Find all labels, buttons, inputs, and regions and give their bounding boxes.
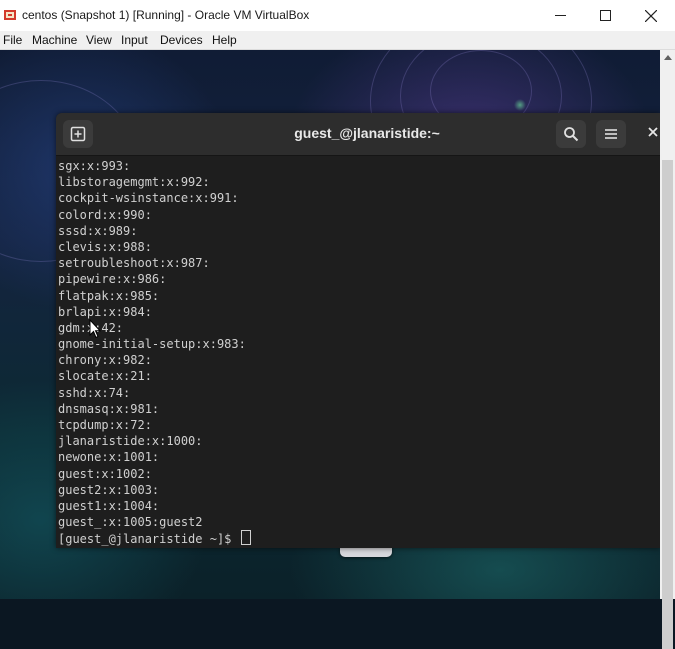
terminal-output[interactable]: sgx:x:993: libstoragemgmt:x:992: cockpit… bbox=[58, 158, 658, 547]
close-icon bbox=[648, 127, 658, 137]
terminal-cursor bbox=[240, 530, 251, 546]
menu-input[interactable]: Input bbox=[121, 33, 148, 47]
menu-devices[interactable]: Devices bbox=[160, 33, 203, 47]
maximize-icon bbox=[599, 10, 611, 21]
virtualbox-icon bbox=[4, 10, 16, 20]
hamburger-menu-icon bbox=[605, 129, 617, 139]
terminal-line: cockpit-wsinstance:x:991: bbox=[58, 191, 239, 206]
window-titlebar: centos (Snapshot 1) [Running] - Oracle V… bbox=[0, 0, 675, 31]
terminal-line: jlanaristide:x:1000: bbox=[58, 434, 203, 449]
terminal-close-button[interactable] bbox=[648, 124, 658, 140]
search-button[interactable] bbox=[556, 120, 586, 148]
terminal-line: newone:x:1001: bbox=[58, 450, 160, 465]
hamburger-menu-button[interactable] bbox=[596, 120, 626, 148]
terminal-line: guest1:x:1004: bbox=[58, 498, 160, 513]
terminal-line: dnsmasq:x:981: bbox=[58, 401, 160, 416]
terminal-line: sshd:x:74: bbox=[58, 385, 131, 400]
terminal-line: setroubleshoot:x:987: bbox=[58, 256, 210, 271]
scrollbar-thumb[interactable] bbox=[662, 160, 673, 649]
maximize-button[interactable] bbox=[582, 0, 628, 31]
close-icon bbox=[645, 9, 657, 22]
terminal-line: colord:x:990: bbox=[58, 207, 152, 222]
minimize-icon bbox=[554, 15, 566, 16]
terminal-prompt: [guest_@jlanaristide ~]$ bbox=[58, 532, 239, 547]
terminal-line: guest2:x:1003: bbox=[58, 482, 160, 497]
menu-view[interactable]: View bbox=[86, 33, 112, 47]
terminal-line: gdm:x:42: bbox=[58, 320, 658, 336]
chevron-up-icon bbox=[663, 54, 672, 60]
terminal-line: tcpdump:x:72: bbox=[58, 418, 152, 432]
terminal-line: pipewire:x:986: bbox=[58, 272, 167, 287]
minimize-button[interactable] bbox=[537, 0, 583, 31]
terminal-line: chrony:x:982: bbox=[58, 353, 152, 368]
window-title: centos (Snapshot 1) [Running] - Oracle V… bbox=[22, 8, 310, 22]
terminal-line: sssd:x:989: bbox=[58, 223, 138, 238]
terminal-line: sgx:x:993: bbox=[58, 159, 131, 173]
search-icon bbox=[564, 127, 579, 142]
terminal-headerbar: guest_@jlanaristide:~ bbox=[56, 113, 660, 156]
menu-machine[interactable]: Machine bbox=[32, 33, 77, 47]
terminal-line: guest:x:1002: bbox=[58, 466, 152, 481]
terminal-line: brlapi:x:984: bbox=[58, 304, 152, 319]
mouse-pointer-icon bbox=[89, 319, 101, 339]
terminal-window[interactable]: guest_@jlanaristide:~ sgx:x:993: libstor… bbox=[56, 113, 660, 548]
terminal-line: clevis:x:988: bbox=[58, 239, 152, 254]
menu-bar: File Machine View Input Devices Help bbox=[0, 31, 675, 50]
menu-help[interactable]: Help bbox=[212, 33, 237, 47]
terminal-line: gnome-initial-setup:x:983: bbox=[58, 337, 246, 352]
close-window-button[interactable] bbox=[628, 0, 674, 31]
terminal-line: guest_:x:1005:guest2 bbox=[58, 515, 203, 530]
terminal-prompt-line[interactable]: [guest_@jlanaristide ~]$ bbox=[58, 530, 658, 546]
vertical-scrollbar[interactable] bbox=[660, 50, 675, 649]
terminal-line: flatpak:x:985: bbox=[58, 288, 160, 303]
terminal-line: libstoragemgmt:x:992: bbox=[58, 175, 210, 190]
scroll-up-button[interactable] bbox=[660, 50, 675, 64]
menu-file[interactable]: File bbox=[3, 33, 22, 47]
terminal-line: slocate:x:21: bbox=[58, 369, 152, 384]
